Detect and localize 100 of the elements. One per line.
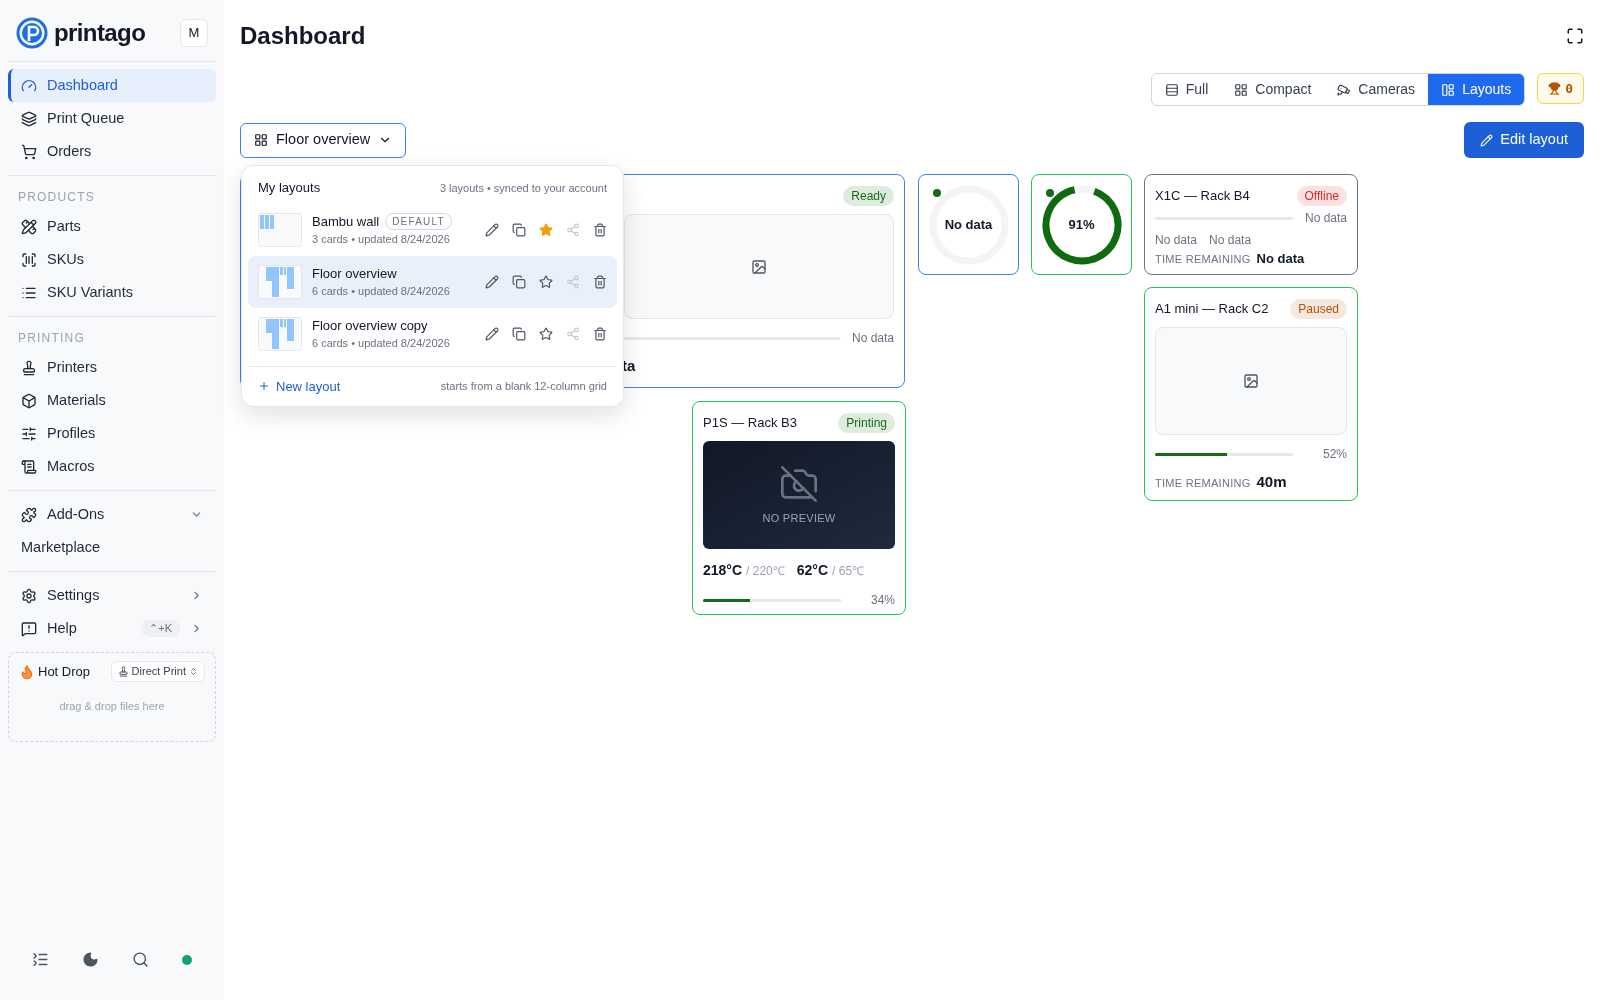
avatar-button[interactable]: M xyxy=(180,19,208,47)
grid-icon xyxy=(254,133,268,147)
temperature-target: / 65℃ xyxy=(832,563,865,580)
star-icon[interactable] xyxy=(539,326,553,341)
time-remaining-value: No data xyxy=(1256,250,1305,268)
copy-icon[interactable] xyxy=(512,222,526,237)
nav-item[interactable]: Help ⌃+K xyxy=(8,612,216,645)
preview-label: NO PREVIEW xyxy=(762,510,836,526)
layout-name: Bambu wall xyxy=(312,212,380,231)
nav-item[interactable]: Marketplace xyxy=(8,531,216,564)
view-tab[interactable]: Full xyxy=(1151,74,1222,105)
new-layout-hint: starts from a blank 12-column grid xyxy=(440,379,607,394)
layout-name: Floor overview copy xyxy=(312,316,428,335)
delete-icon[interactable] xyxy=(593,326,607,341)
sliders-icon xyxy=(21,425,37,442)
nav-item[interactable]: SKUs xyxy=(8,243,216,276)
star-icon[interactable] xyxy=(539,274,553,289)
help-icon xyxy=(21,620,37,637)
trophy-icon xyxy=(1548,82,1562,95)
trophy-count: 0 xyxy=(1565,79,1573,98)
layout-row[interactable]: Floor overview 6 cards • updated 8/24/2026 xyxy=(248,255,617,308)
status-badge: Ready xyxy=(843,186,894,206)
time-remaining-value: 40m xyxy=(1256,472,1287,492)
flame-icon xyxy=(19,663,35,680)
logo-icon xyxy=(16,17,48,49)
view-tab[interactable]: Layouts xyxy=(1428,74,1525,105)
layout-thumbnail-icon xyxy=(258,316,302,351)
temperature-value: 218°C xyxy=(703,561,743,580)
fullscreen-icon[interactable] xyxy=(1566,27,1584,45)
nav-item[interactable]: Print Queue xyxy=(8,102,216,135)
printer-name: X1C — Rack B4 xyxy=(1155,187,1250,206)
status-badge: Offline xyxy=(1296,186,1347,206)
image-icon xyxy=(751,258,767,275)
layout-meta: 3 cards • updated 8/24/2026 xyxy=(312,232,451,247)
print-mode-select[interactable]: Direct Print xyxy=(110,661,205,682)
ruler-pencil-icon xyxy=(21,218,37,235)
time-remaining-label: TIME REMAINING xyxy=(1155,476,1251,491)
layout-icon xyxy=(1441,82,1456,97)
trophy-badge[interactable]: 0 xyxy=(1537,73,1584,104)
progress-reading: 52% xyxy=(1321,446,1347,463)
scroll-icon xyxy=(21,458,37,475)
moon-icon[interactable] xyxy=(82,951,100,968)
cart-icon xyxy=(21,143,37,160)
cctv-icon xyxy=(1337,82,1352,97)
section-heading: PRODUCTS xyxy=(17,189,96,206)
gauge-icon xyxy=(21,77,37,94)
printer-name: A1 mini — Rack C2 xyxy=(1155,300,1269,319)
nav-item[interactable]: Settings xyxy=(8,579,216,612)
metric-value: No data xyxy=(1209,232,1252,249)
nav-item[interactable]: Materials xyxy=(8,384,216,417)
copy-icon[interactable] xyxy=(512,326,526,341)
plus-icon xyxy=(258,380,270,393)
view-tab[interactable]: Cameras xyxy=(1324,74,1429,105)
nav-item[interactable]: Orders xyxy=(8,135,216,168)
delete-icon[interactable] xyxy=(593,274,607,289)
camera-off-icon xyxy=(779,463,819,504)
layout-row[interactable]: Bambu wall DEFAULT 3 cards • updated 8/24/2026 xyxy=(248,203,617,256)
collapse-sidebar-icon[interactable] xyxy=(32,951,50,968)
status-badge: Printing xyxy=(838,413,895,433)
edit-icon[interactable] xyxy=(485,274,499,289)
updown-icon xyxy=(189,667,198,676)
nav-item[interactable]: SKU Variants xyxy=(8,276,216,309)
layout-row[interactable]: Floor overview copy 6 cards • updated 8/24/2026 xyxy=(248,307,617,360)
layout-select[interactable]: Floor overview xyxy=(240,122,407,158)
edit-icon[interactable] xyxy=(485,326,499,341)
hot-drop-zone[interactable]: Hot Drop Direct Print drag & drop files here xyxy=(8,652,216,742)
printer-name: P1S — Rack B3 xyxy=(703,414,797,433)
settings-icon xyxy=(21,587,37,604)
shortcut-hint: ⌃+K xyxy=(141,620,180,637)
menu-summary: 3 layouts • synced to your account xyxy=(439,180,607,196)
layout-thumbnail-icon xyxy=(258,264,302,299)
layout-meta: 6 cards • updated 8/24/2026 xyxy=(312,336,451,351)
pencil-icon xyxy=(1480,133,1494,147)
nav-item[interactable]: Parts xyxy=(8,210,216,243)
nav-item[interactable]: Printers xyxy=(8,351,216,384)
layout-name: Floor overview xyxy=(312,264,397,283)
edit-icon[interactable] xyxy=(485,222,499,237)
time-remaining-label: TIME REMAINING xyxy=(1155,252,1251,267)
section-heading: PRINTING xyxy=(17,330,86,347)
nav-item[interactable]: Macros xyxy=(8,450,216,483)
new-layout-button[interactable]: New layout xyxy=(258,376,341,396)
edit-layout-button[interactable]: Edit layout xyxy=(1464,122,1584,158)
progress-reading: 34% xyxy=(869,592,895,609)
view-tab[interactable]: Compact xyxy=(1221,74,1325,105)
delete-icon[interactable] xyxy=(593,222,607,237)
stamp-icon xyxy=(21,359,37,376)
drop-hint: drag & drop files here xyxy=(58,699,166,714)
nav-item[interactable]: Add-Ons xyxy=(8,498,216,531)
nav-item[interactable]: Dashboard xyxy=(8,69,216,102)
menu-title: My layouts xyxy=(258,179,321,197)
gauge-reading: No data xyxy=(944,215,993,234)
nav-item[interactable]: Profiles xyxy=(8,417,216,450)
layout-thumbnail-icon xyxy=(258,212,302,247)
stack-icon xyxy=(21,110,37,127)
status-badge: Paused xyxy=(1290,299,1347,319)
star-icon[interactable] xyxy=(539,222,553,237)
copy-icon[interactable] xyxy=(512,274,526,289)
search-icon[interactable] xyxy=(131,951,149,968)
barcode-icon xyxy=(21,251,37,268)
image-icon xyxy=(1243,373,1259,389)
